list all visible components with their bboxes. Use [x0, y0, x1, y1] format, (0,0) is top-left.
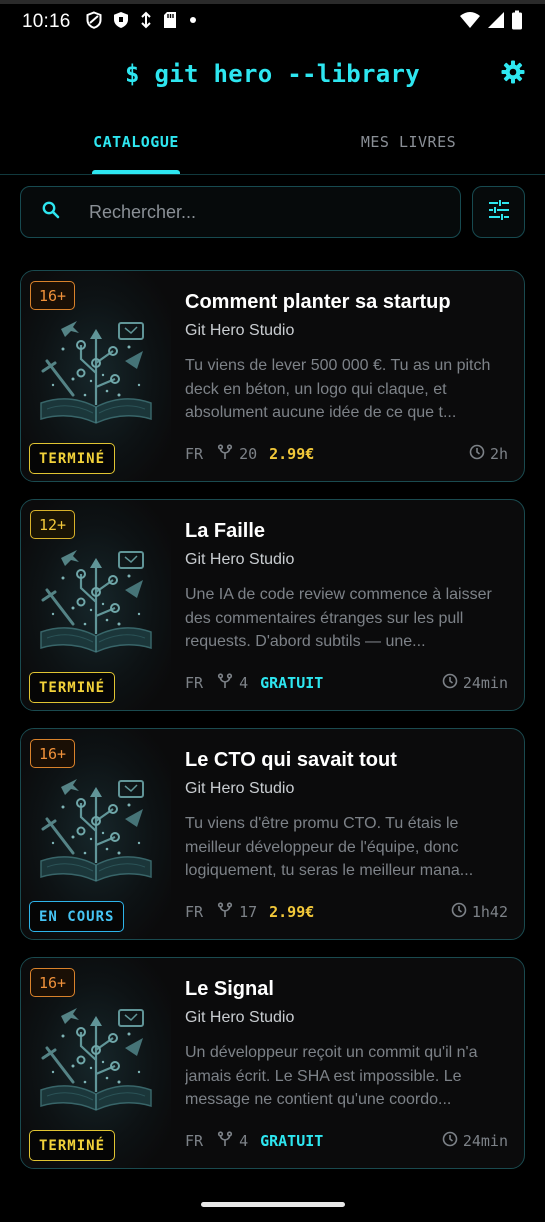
sliders-icon [488, 199, 510, 226]
data-saver-icon [139, 11, 153, 34]
clock-icon [451, 902, 467, 922]
age-rating-badge: 16+ [30, 739, 76, 768]
fork-icon [217, 673, 233, 693]
status-time: 10:16 [22, 11, 71, 32]
clock-icon [469, 444, 485, 464]
book-price: 2.99€ [269, 445, 315, 463]
book-fork-count: 17 [239, 903, 258, 921]
gear-icon [501, 60, 525, 89]
book-description: Une IA de code review commence à laisser… [185, 586, 492, 650]
book-description: Tu viens de lever 500 000 €. Tu as un pi… [185, 357, 491, 421]
book-language: FR [185, 674, 204, 692]
search-icon [41, 200, 61, 225]
home-indicator[interactable] [201, 1202, 345, 1207]
reading-status-badge: TERMINÉ [29, 672, 116, 703]
fork-icon [217, 444, 233, 464]
wifi-icon [459, 11, 481, 34]
search-placeholder: Rechercher... [89, 201, 197, 222]
book-duration: 24min [442, 673, 508, 693]
book-description: Tu viens d'être promu CTO. Tu étais le m… [185, 815, 474, 879]
book-meta: FR 17 2.99€ [185, 902, 314, 922]
book-meta: FR 4 GRATUIT [185, 673, 323, 693]
book-title: Le CTO qui savait tout [185, 749, 397, 771]
book-title: Le Signal [185, 978, 274, 1000]
book-description: Un développeur reçoit un commit qu'il n'… [185, 1044, 478, 1108]
filter-button[interactable] [472, 186, 525, 238]
shield-icon [113, 11, 129, 34]
book-price: GRATUIT [260, 1132, 324, 1150]
settings-button[interactable] [499, 60, 527, 88]
book-price: 2.99€ [269, 903, 315, 921]
book-language: FR [185, 903, 204, 921]
tab-bar: CATALOGUE MES LIVRES [0, 118, 545, 175]
age-rating-badge: 12+ [30, 510, 76, 539]
book-duration: 24min [442, 1131, 508, 1151]
book-author: Git Hero Studio [185, 1009, 295, 1026]
tab-mes-livres[interactable]: MES LIVRES [272, 118, 545, 175]
book-card[interactable]: 16+ TERMINÉ Le Signal Git Hero Studio Un dév… [20, 957, 525, 1169]
reading-status-badge: TERMINÉ [29, 1130, 116, 1161]
vpn-shield-icon [85, 10, 103, 34]
book-author: Git Hero Studio [185, 322, 295, 339]
reading-status-badge: EN COURS [29, 901, 125, 932]
age-rating-badge: 16+ [30, 968, 76, 997]
book-duration-value: 24min [462, 674, 508, 692]
book-card[interactable]: 16+ EN COURS Le CTO qui savait tout Git Her… [20, 728, 525, 940]
sd-card-icon [163, 11, 177, 34]
tab-catalogue[interactable]: CATALOGUE [0, 118, 272, 175]
app-title: $ git hero --library [125, 60, 420, 88]
book-fork-count: 4 [239, 1132, 249, 1150]
search-input[interactable]: Rechercher... [20, 186, 461, 238]
active-tab-indicator [92, 170, 180, 174]
book-card[interactable]: 16+ TERMINÉ Comment planter sa startup Git … [20, 270, 525, 482]
book-duration: 2h [469, 444, 508, 464]
book-language: FR [185, 1132, 204, 1150]
book-fork-count: 20 [239, 445, 258, 463]
reading-status-badge: TERMINÉ [29, 443, 116, 474]
book-fork-count: 4 [239, 674, 249, 692]
book-author: Git Hero Studio [185, 551, 295, 568]
book-price: GRATUIT [260, 674, 324, 692]
book-duration-value: 2h [489, 445, 508, 463]
book-language: FR [185, 445, 204, 463]
age-rating-badge: 16+ [30, 281, 76, 310]
dot-icon [187, 11, 199, 34]
book-meta: FR 20 2.99€ [185, 444, 314, 464]
book-title: Comment planter sa startup [185, 291, 451, 313]
fork-icon [217, 1131, 233, 1151]
clock-icon [442, 673, 458, 693]
book-meta: FR 4 GRATUIT [185, 1131, 323, 1151]
book-duration-value: 24min [462, 1132, 508, 1150]
status-bar: 10:16 [0, 0, 545, 40]
battery-icon [511, 10, 523, 35]
book-author: Git Hero Studio [185, 780, 295, 797]
book-duration: 1h42 [451, 902, 508, 922]
signal-icon [487, 11, 505, 34]
clock-icon [442, 1131, 458, 1151]
book-duration-value: 1h42 [471, 903, 508, 921]
book-card[interactable]: 12+ TERMINÉ La Faille Git Hero Studio Une IA… [20, 499, 525, 711]
book-title: La Faille [185, 520, 266, 542]
fork-icon [217, 902, 233, 922]
app-header: $ git hero --library [0, 52, 545, 96]
